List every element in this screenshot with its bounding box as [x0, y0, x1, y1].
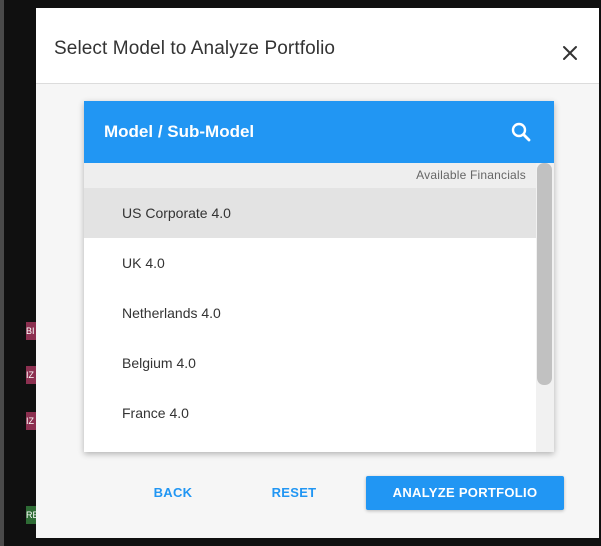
- background-tag: RE: [26, 506, 36, 524]
- back-button[interactable]: BACK: [138, 476, 208, 510]
- picker-header: Model / Sub-Model: [84, 101, 554, 163]
- list-item-label: US Corporate 4.0: [122, 205, 231, 221]
- background-tag: BI: [26, 322, 36, 340]
- group-header: Available Financials: [84, 163, 536, 188]
- close-button[interactable]: [558, 41, 582, 65]
- list-item-belgium[interactable]: Belgium 4.0: [84, 338, 536, 388]
- reset-button[interactable]: RESET: [258, 476, 330, 510]
- search-icon: [511, 122, 531, 142]
- model-picker: Model / Sub-Model Available Financials U…: [84, 101, 554, 452]
- analyze-portfolio-button[interactable]: ANALYZE PORTFOLIO: [366, 476, 564, 510]
- list-item-label: France 4.0: [122, 405, 189, 421]
- scrollbar-thumb[interactable]: [537, 163, 552, 385]
- search-button[interactable]: [508, 119, 534, 145]
- group-label: Available Financials: [416, 168, 526, 182]
- model-list[interactable]: Available Financials US Corporate 4.0 UK…: [84, 163, 554, 452]
- background-strip: [0, 0, 4, 546]
- list-item-france[interactable]: France 4.0: [84, 388, 536, 438]
- list-item-label: UK 4.0: [122, 255, 165, 271]
- dialog-title: Select Model to Analyze Portfolio: [54, 38, 336, 59]
- list-item-uk[interactable]: UK 4.0: [84, 238, 536, 288]
- select-model-dialog: Select Model to Analyze Portfolio Model …: [36, 8, 599, 538]
- background-tag: IZ: [26, 412, 36, 430]
- dialog-body: Model / Sub-Model Available Financials U…: [36, 84, 599, 538]
- dialog-header: Select Model to Analyze Portfolio: [36, 8, 599, 84]
- list-item-us-corporate[interactable]: US Corporate 4.0: [84, 188, 536, 238]
- close-icon: [563, 46, 577, 60]
- picker-title: Model / Sub-Model: [104, 122, 255, 141]
- list-item-netherlands[interactable]: Netherlands 4.0: [84, 288, 536, 338]
- background-tag: IZ: [26, 366, 36, 384]
- list-item-label: Netherlands 4.0: [122, 305, 221, 321]
- list-item-label: Belgium 4.0: [122, 355, 196, 371]
